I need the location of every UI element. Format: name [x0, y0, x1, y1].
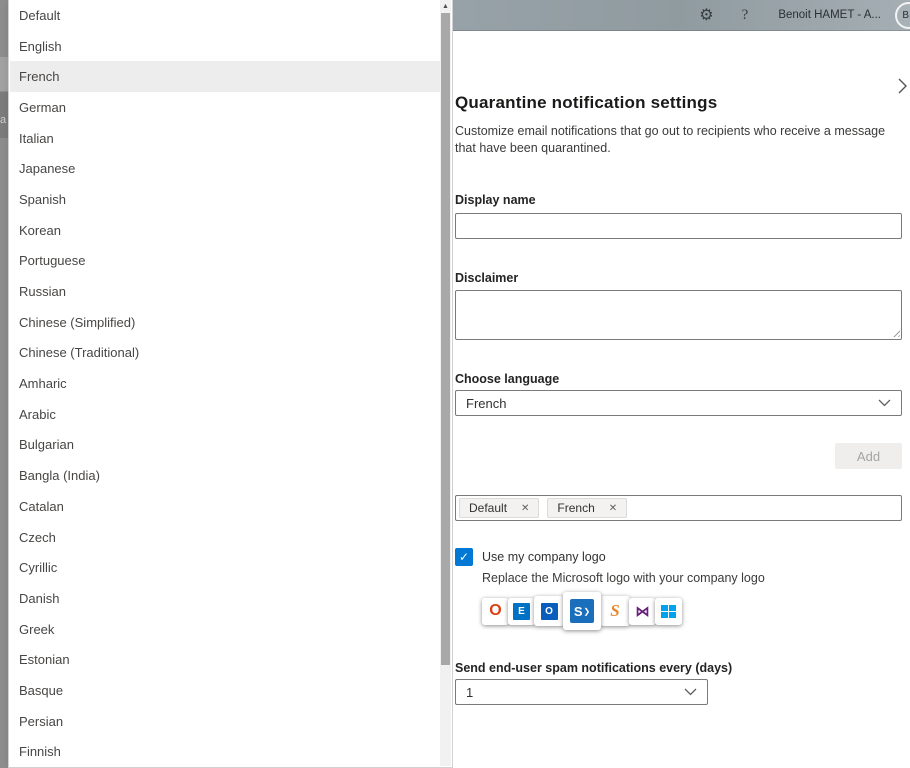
office-logo-icon: O: [482, 598, 509, 625]
language-option-label: Chinese (Traditional): [19, 345, 139, 360]
language-list: Default English French German Italian Ja…: [10, 0, 440, 767]
spam-frequency-label: Send end-user spam notifications every (…: [455, 661, 902, 675]
choose-language-select[interactable]: French: [455, 390, 902, 416]
language-option-label: Russian: [19, 284, 66, 299]
language-option-label: Catalan: [19, 499, 64, 514]
language-option-label: Persian: [19, 714, 63, 729]
language-option[interactable]: Catalan: [10, 491, 440, 522]
language-option-label: German: [19, 100, 66, 115]
tag-label: French: [557, 501, 594, 515]
language-option[interactable]: Spanish: [10, 184, 440, 215]
language-option[interactable]: Chinese (Traditional): [10, 338, 440, 369]
language-option[interactable]: Finnish: [10, 737, 440, 768]
language-option[interactable]: Default: [10, 0, 440, 31]
language-option[interactable]: Russian: [10, 276, 440, 307]
use-company-logo-checkbox[interactable]: ✓: [455, 548, 473, 566]
language-option-label: Amharic: [19, 376, 67, 391]
settings-gear-icon[interactable]: ⚙: [699, 5, 713, 25]
language-option-label: Greek: [19, 622, 54, 637]
main-area: ⚙ ? Benoit HAMET - A... B.. Quarantine n…: [453, 0, 910, 768]
language-option-label: Italian: [19, 131, 54, 146]
language-dropdown-flyout: Default English French German Italian Ja…: [8, 0, 453, 768]
language-option[interactable]: French: [10, 61, 440, 92]
display-name-label: Display name: [455, 193, 902, 207]
language-option[interactable]: Portuguese: [10, 246, 440, 277]
avatar[interactable]: B..: [895, 2, 910, 29]
language-option-label: Estonian: [19, 652, 70, 667]
use-company-logo-label: Use my company logo: [482, 550, 606, 564]
disclaimer-label: Disclaimer: [455, 271, 902, 285]
collapse-panel-chevron-icon[interactable]: [897, 77, 908, 95]
language-option-label: English: [19, 39, 62, 54]
page-title: Quarantine notification settings: [455, 31, 902, 113]
tag-remove-icon[interactable]: ✕: [609, 503, 617, 514]
page-description: Customize email notifications that go ou…: [455, 123, 891, 157]
outlook-logo-icon: O: [534, 596, 564, 626]
language-option-label: Chinese (Simplified): [19, 315, 135, 330]
language-option-label: Arabic: [19, 407, 56, 422]
language-option-label: Basque: [19, 683, 63, 698]
choose-language-value: French: [466, 396, 506, 411]
dimmed-background-strip: a: [0, 0, 8, 768]
windows-logo-icon: [655, 598, 682, 625]
selected-languages-box[interactable]: Default ✕ French ✕: [455, 495, 902, 521]
disclaimer-textarea[interactable]: [455, 290, 902, 340]
tag-remove-icon[interactable]: ✕: [521, 503, 529, 514]
sway-logo-icon: S: [600, 596, 630, 626]
language-option-label: Spanish: [19, 192, 66, 207]
add-button[interactable]: Add: [835, 443, 902, 469]
display-name-input[interactable]: [455, 213, 902, 239]
background-cutoff-text: a: [0, 113, 8, 127]
exchange-logo-icon: E: [508, 598, 535, 625]
sharepoint-logo-icon: S ❯: [563, 592, 601, 630]
chevron-down-icon: [684, 688, 697, 696]
language-option[interactable]: Arabic: [10, 399, 440, 430]
language-option-label: Korean: [19, 223, 61, 238]
scrollbar-up-arrow-icon[interactable]: ▲: [440, 0, 451, 13]
language-option-label: French: [19, 69, 59, 84]
topbar: ⚙ ? Benoit HAMET - A... B..: [453, 0, 910, 31]
language-option-label: Portuguese: [19, 253, 86, 268]
background-block: [0, 57, 8, 91]
language-option[interactable]: Bangla (India): [10, 460, 440, 491]
language-option[interactable]: Estonian: [10, 644, 440, 675]
quarantine-settings-panel: Quarantine notification settings Customi…: [453, 31, 910, 768]
spam-frequency-select[interactable]: 1: [455, 679, 708, 705]
language-option[interactable]: Amharic: [10, 368, 440, 399]
spam-frequency-value: 1: [466, 685, 473, 700]
language-option[interactable]: Korean: [10, 215, 440, 246]
scrollbar-thumb[interactable]: [441, 13, 450, 665]
language-option-label: Finnish: [19, 744, 61, 759]
language-option[interactable]: Chinese (Simplified): [10, 307, 440, 338]
selected-language-tag: Default ✕: [459, 498, 539, 518]
language-option[interactable]: Basque: [10, 675, 440, 706]
dropdown-scrollbar[interactable]: ▲: [440, 0, 451, 766]
language-option[interactable]: Cyrillic: [10, 552, 440, 583]
language-option[interactable]: Persian: [10, 706, 440, 737]
language-option[interactable]: English: [10, 31, 440, 62]
language-option-label: Japanese: [19, 161, 75, 176]
language-option-label: Danish: [19, 591, 59, 606]
tag-label: Default: [469, 501, 507, 515]
chevron-down-icon: [878, 399, 891, 407]
language-option-label: Default: [19, 8, 60, 23]
language-option[interactable]: German: [10, 92, 440, 123]
language-option-label: Bangla (India): [19, 468, 100, 483]
account-name[interactable]: Benoit HAMET - A...: [778, 9, 881, 21]
language-option[interactable]: Greek: [10, 614, 440, 645]
company-logo-preview: O E O S ❯ S ⋈: [482, 589, 902, 633]
help-icon[interactable]: ?: [742, 7, 749, 24]
language-option-label: Cyrillic: [19, 560, 57, 575]
selected-language-tag: French ✕: [547, 498, 627, 518]
language-option[interactable]: Italian: [10, 123, 440, 154]
choose-language-label: Choose language: [455, 372, 902, 386]
language-option-label: Bulgarian: [19, 437, 74, 452]
replace-logo-helper-text: Replace the Microsoft logo with your com…: [482, 571, 902, 585]
language-option[interactable]: Danish: [10, 583, 440, 614]
language-option[interactable]: Japanese: [10, 153, 440, 184]
visio-logo-icon: ⋈: [629, 598, 656, 625]
language-option-label: Czech: [19, 530, 56, 545]
language-option[interactable]: Bulgarian: [10, 430, 440, 461]
language-option[interactable]: Czech: [10, 522, 440, 553]
